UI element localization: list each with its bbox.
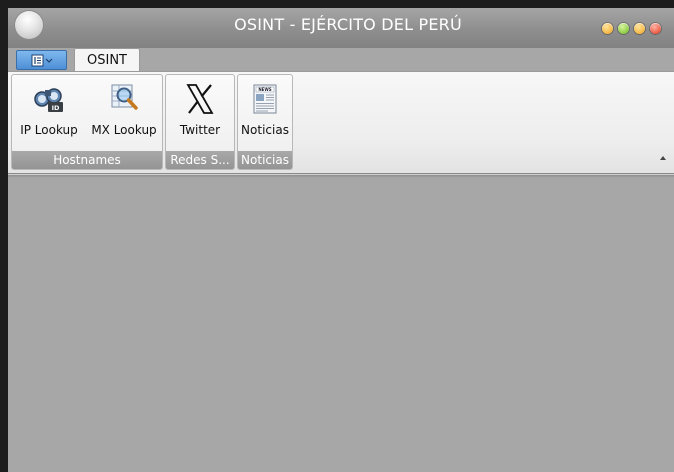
x-logo-icon — [186, 84, 214, 114]
twitter-button[interactable]: Twitter — [168, 77, 232, 149]
group-label-noticias: Noticias — [238, 151, 292, 169]
svg-text:NEWS: NEWS — [258, 87, 271, 92]
ribbon-group-noticias: NEWS Noticias Noticias — [237, 74, 293, 170]
app-orb-icon[interactable] — [15, 11, 43, 39]
minimize-button[interactable] — [618, 23, 629, 34]
ribbon-group-redes-sociales: Twitter Redes S... — [165, 74, 235, 170]
close-button[interactable] — [650, 23, 661, 34]
group-label-redes-sociales: Redes S... — [166, 151, 234, 169]
window-edge — [0, 0, 8, 472]
application-window: OSINT - EJÉRCITO DEL PERÚ OSINT ID IP Lo… — [8, 8, 674, 472]
mx-lookup-label: MX Lookup — [91, 123, 157, 137]
ribbon: ID IP Lookup MX Lookup Hostnames Twitter… — [8, 71, 674, 174]
newspaper-icon: NEWS — [253, 84, 277, 114]
ribbon-group-hostnames: ID IP Lookup MX Lookup Hostnames — [11, 74, 163, 170]
noticias-button[interactable]: NEWS Noticias — [239, 77, 291, 149]
tab-osint[interactable]: OSINT — [74, 48, 140, 72]
twitter-label: Twitter — [179, 123, 221, 137]
maximize-button[interactable] — [634, 23, 645, 34]
window-title: OSINT - EJÉRCITO DEL PERÚ — [234, 15, 462, 34]
binoculars-id-icon: ID — [34, 88, 63, 112]
noticias-button-label: Noticias — [241, 123, 289, 137]
ribbon-collapse-icon[interactable] — [660, 156, 666, 160]
svg-text:ID: ID — [52, 104, 60, 112]
ip-lookup-label: IP Lookup — [20, 123, 78, 137]
mx-lookup-button[interactable]: MX Lookup — [86, 77, 162, 149]
menu-icon — [31, 54, 52, 66]
main-content-area — [8, 174, 674, 472]
help-button[interactable] — [602, 23, 613, 34]
title-bar[interactable]: OSINT - EJÉRCITO DEL PERÚ — [8, 8, 674, 48]
magnifier-table-icon — [111, 84, 138, 110]
application-menu-button[interactable] — [16, 50, 67, 70]
group-label-hostnames: Hostnames — [12, 151, 162, 169]
ip-lookup-button[interactable]: ID IP Lookup — [14, 77, 84, 149]
